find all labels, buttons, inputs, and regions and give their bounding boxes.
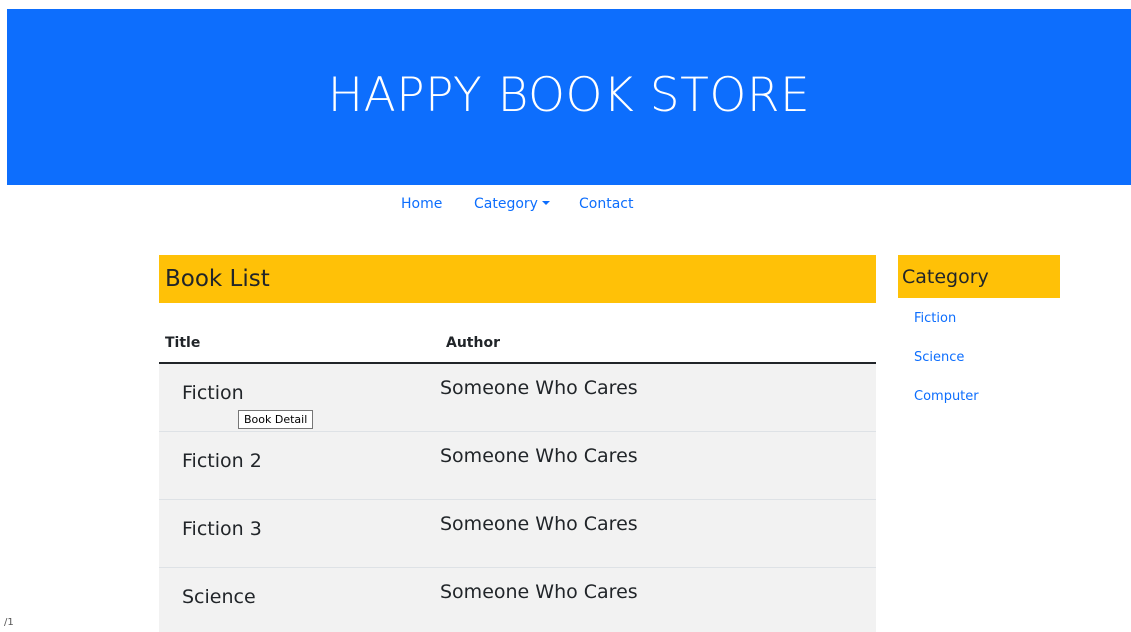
caret-down-icon (541, 201, 550, 205)
book-title-cell[interactable]: Fiction 2 (159, 431, 440, 500)
category-heading: Category (898, 255, 1060, 298)
column-header-author: Author (440, 323, 876, 364)
book-detail-tooltip: Book Detail (238, 410, 314, 429)
category-link-fiction[interactable]: Fiction (914, 311, 956, 326)
nav-category-dropdown[interactable]: Category (474, 196, 550, 212)
book-title[interactable]: Fiction 3 (182, 518, 262, 540)
book-title-cell[interactable]: Fiction 3 (159, 499, 440, 568)
page-indicator: /1 (4, 617, 14, 628)
table-header-row: Title Author (159, 323, 876, 364)
book-author-cell: Someone Who Cares (440, 567, 876, 632)
book-title[interactable]: Science (182, 586, 256, 608)
store-title: HAPPY BOOK STORE (327, 67, 811, 123)
book-author-cell: Someone Who Cares (440, 431, 876, 500)
table-row[interactable]: Fiction 2 Someone Who Cares (159, 431, 876, 500)
nav-category-label: Category (474, 196, 538, 212)
book-table: Title Author Fiction Book Detail Someone… (159, 323, 876, 632)
category-item: Fiction (898, 311, 1060, 350)
book-list-section: Book List Title Author Fiction Book Deta… (159, 255, 876, 632)
category-link-computer[interactable]: Computer (914, 389, 979, 404)
table-row[interactable]: Fiction 3 Someone Who Cares (159, 499, 876, 568)
book-author-cell: Someone Who Cares (440, 499, 876, 568)
book-title[interactable]: Fiction (182, 382, 244, 404)
site-banner: HAPPY BOOK STORE (7, 9, 1131, 185)
category-list: Fiction Science Computer (898, 311, 1060, 428)
book-title[interactable]: Fiction 2 (182, 450, 262, 472)
nav-home-link[interactable]: Home (401, 196, 442, 212)
category-item: Science (898, 350, 1060, 389)
category-item: Computer (898, 389, 1060, 428)
main-nav: Home Category Contact (0, 196, 1131, 218)
category-link-science[interactable]: Science (914, 350, 964, 365)
table-row[interactable]: Science Someone Who Cares (159, 567, 876, 632)
category-sidebar: Category Fiction Science Computer (898, 255, 1060, 428)
book-author-cell: Someone Who Cares (440, 363, 876, 432)
book-title-cell[interactable]: Science (159, 567, 440, 632)
column-header-title: Title (159, 323, 440, 364)
nav-contact-link[interactable]: Contact (579, 196, 633, 212)
book-list-heading: Book List (159, 255, 876, 303)
table-row[interactable]: Fiction Book Detail Someone Who Cares (159, 363, 876, 432)
book-title-cell[interactable]: Fiction Book Detail (159, 363, 440, 432)
